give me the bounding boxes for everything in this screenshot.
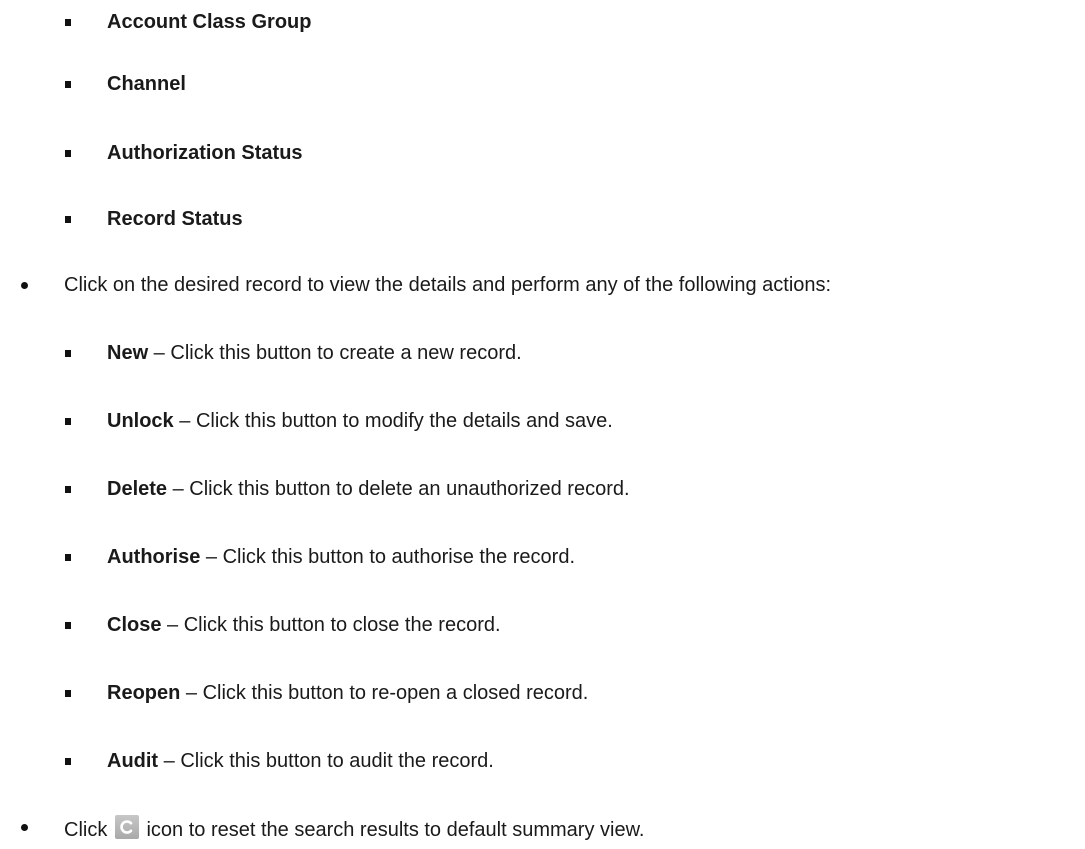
record-instruction-text: Click on the desired record to view the … <box>64 274 832 296</box>
action-name: New <box>107 342 149 364</box>
reset-icon <box>114 815 139 839</box>
action-text: Authorise – Click this button to authori… <box>107 545 575 569</box>
action-text: Audit – Click this button to audit the r… <box>107 749 494 773</box>
square-bullet-icon <box>65 19 71 26</box>
action-separator: – <box>148 342 171 364</box>
action-name: Reopen <box>107 682 181 704</box>
action-name: Close <box>107 614 162 636</box>
filter-label: Record Status <box>107 208 243 230</box>
square-bullet-icon <box>65 690 71 697</box>
action-separator: – <box>173 410 196 432</box>
action-text: Delete – Click this button to delete an … <box>107 477 630 501</box>
filter-label: Channel <box>107 73 186 95</box>
action-separator: – <box>200 546 223 568</box>
action-text: Unlock – Click this button to modify the… <box>107 409 613 433</box>
square-bullet-icon <box>65 150 71 157</box>
action-description: Click this button to audit the record. <box>180 750 494 772</box>
action-separator: – <box>167 478 190 500</box>
action-description: Click this button to create a new record… <box>170 342 522 364</box>
action-name: Authorise <box>107 546 201 568</box>
action-text: Reopen – Click this button to re-open a … <box>107 681 588 705</box>
reset-instruction-text: Click icon to reset the search results t… <box>64 815 644 842</box>
square-bullet-icon <box>65 216 71 223</box>
action-description: Click this button to re-open a closed re… <box>202 682 589 704</box>
action-description: Click this button to close the record. <box>183 614 501 636</box>
square-bullet-icon <box>65 350 71 357</box>
square-bullet-icon <box>65 622 71 629</box>
round-bullet-icon <box>21 824 28 831</box>
action-description: Click this button to delete an unauthori… <box>189 478 630 500</box>
action-name: Delete <box>107 478 168 500</box>
reset-text-after: icon to reset the search results to defa… <box>146 819 645 841</box>
filter-label: Account Class Group <box>107 11 312 33</box>
square-bullet-icon <box>65 81 71 88</box>
action-separator: – <box>161 614 184 636</box>
square-bullet-icon <box>65 486 71 493</box>
action-name: Unlock <box>107 410 174 432</box>
square-bullet-icon <box>65 758 71 765</box>
round-bullet-icon <box>21 282 28 289</box>
square-bullet-icon <box>65 554 71 561</box>
reset-text-before: Click <box>64 819 108 841</box>
action-name: Audit <box>107 750 159 772</box>
action-text: New – Click this button to create a new … <box>107 341 522 365</box>
action-separator: – <box>180 682 203 704</box>
action-description: Click this button to authorise the recor… <box>222 546 575 568</box>
square-bullet-icon <box>65 418 71 425</box>
action-description: Click this button to modify the details … <box>195 410 613 432</box>
action-text: Close – Click this button to close the r… <box>107 613 501 637</box>
action-separator: – <box>158 750 181 772</box>
filter-label: Authorization Status <box>107 142 303 164</box>
